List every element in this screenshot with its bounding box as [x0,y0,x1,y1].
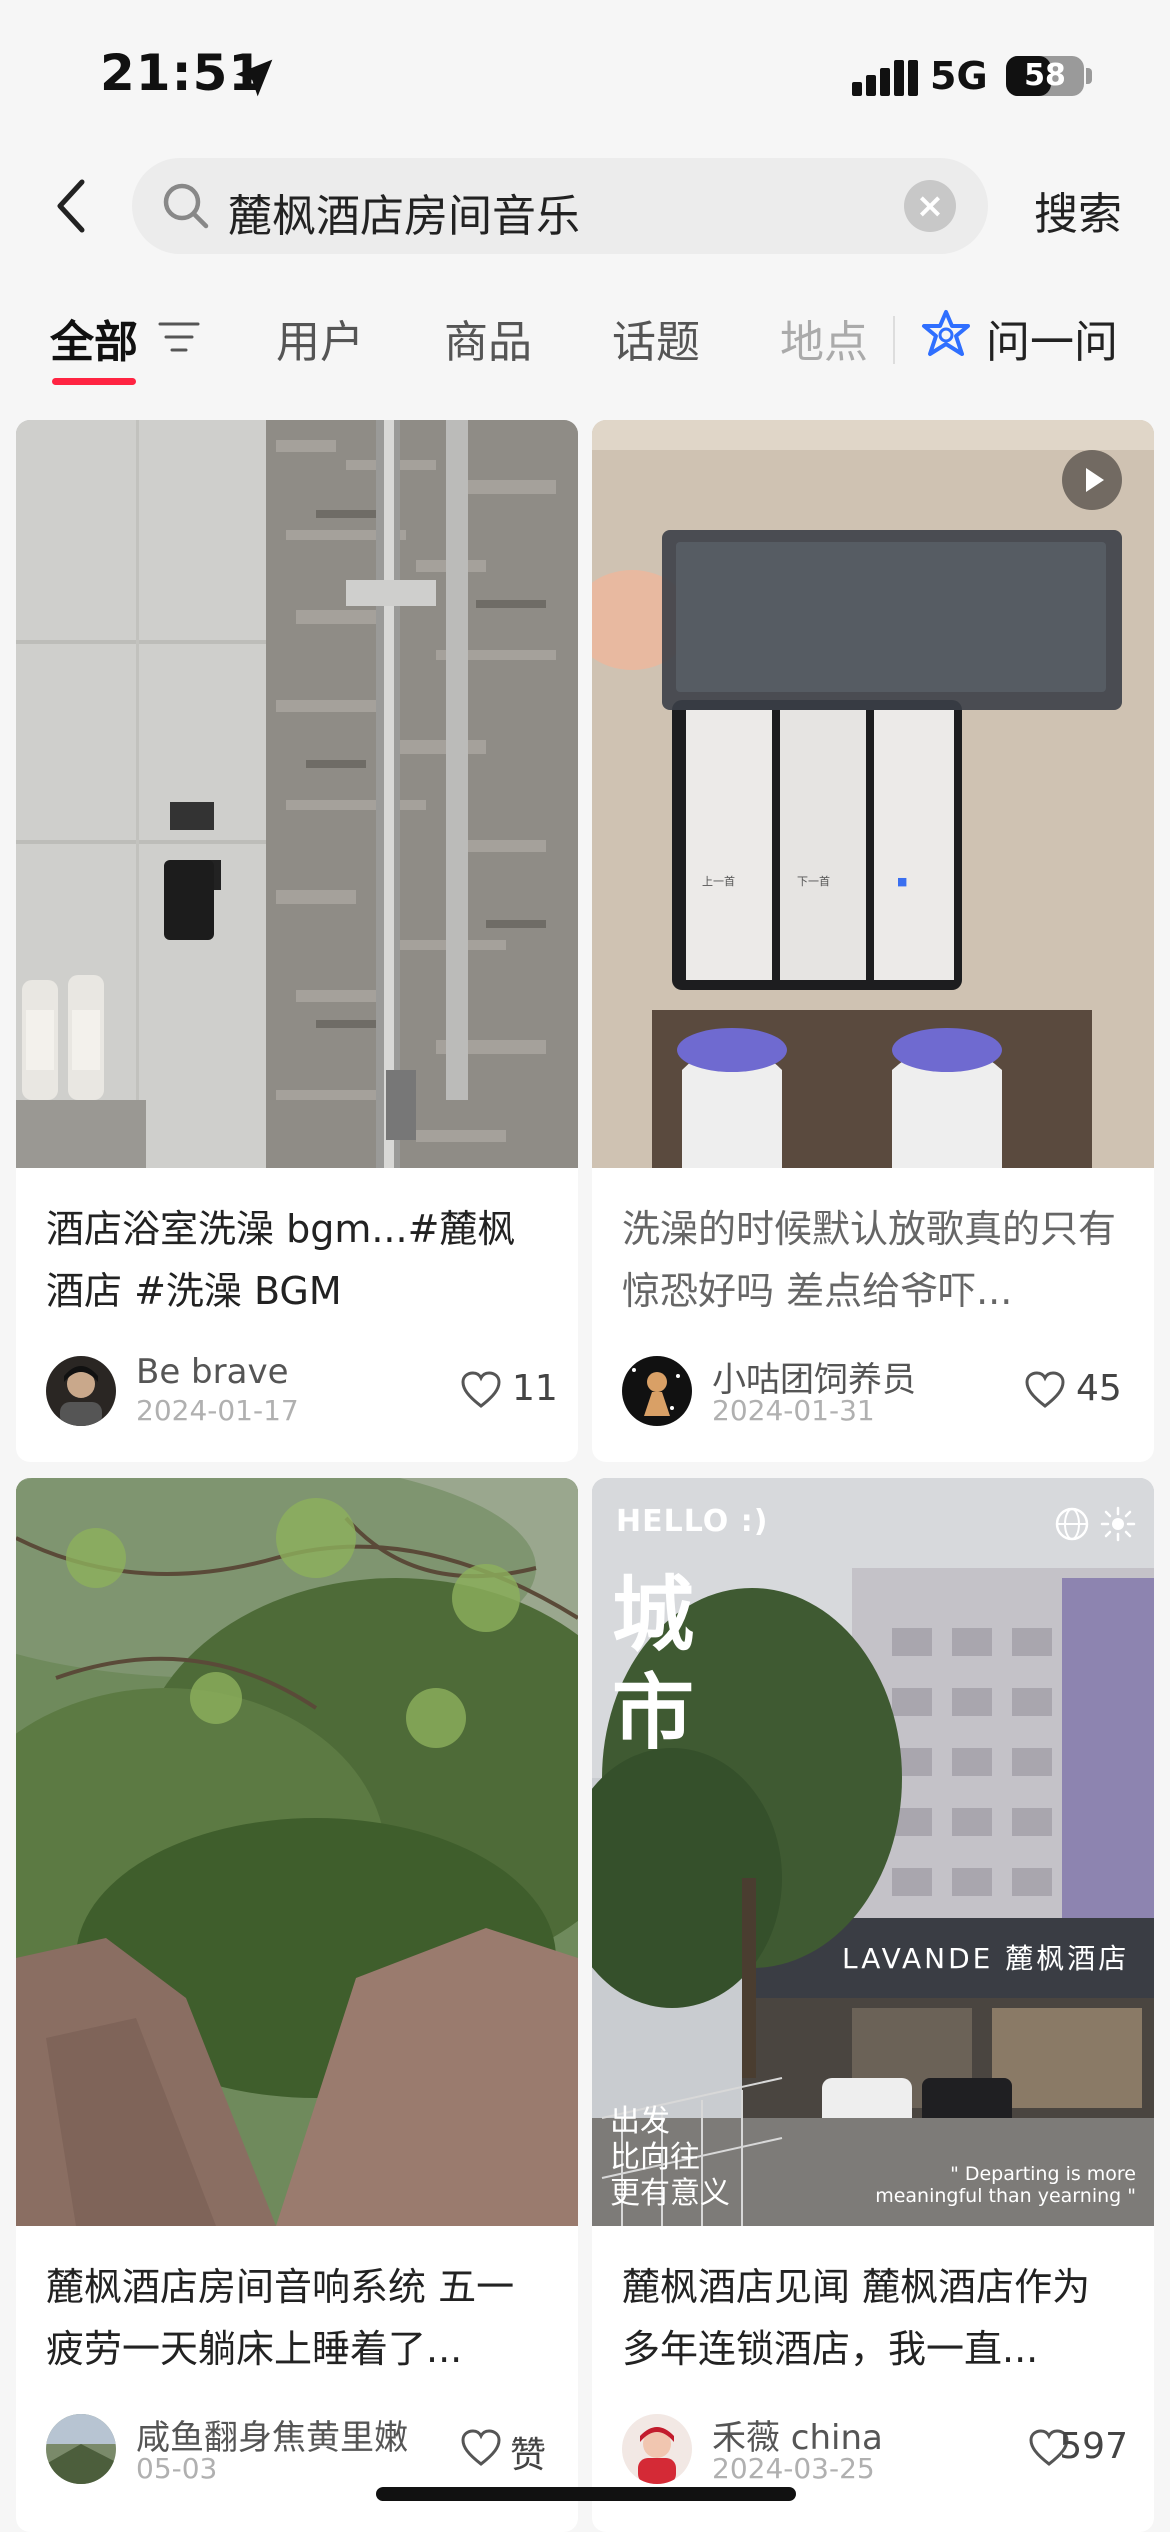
post-date: 2024-03-25 [712,2452,875,2485]
like-count: 赞 [510,2435,547,2476]
svg-text:下一首: 下一首 [797,874,830,888]
avatar[interactable] [622,1356,692,1426]
post-date: 2024-01-31 [712,1394,875,1427]
overlay-big-text: 市 [612,1666,695,1761]
filter-icon[interactable] [158,320,200,356]
globe-icon [1055,1507,1089,1541]
tab-topics[interactable]: 话题 [612,306,700,370]
tab-ask[interactable]: 问一问 [986,306,1118,370]
tab-divider [893,316,895,364]
post-date: 2024-01-17 [136,1394,299,1427]
overlay-small-text: 出发 [610,2104,670,2139]
ask-star-icon[interactable] [918,308,974,364]
heart-icon[interactable] [460,2428,502,2468]
video-play-icon[interactable] [1062,450,1122,510]
music-panel-photo: 上一首 下一首 ■ [592,420,1154,1168]
note-card[interactable]: LAVANDE 麓枫酒店 HELLO :) 城 市 出发 比向往 更有意义 " … [592,1478,1154,2532]
note-title[interactable]: 麓枫酒店房间音响系统 五一疲劳一天躺床上睡着了... [46,2256,552,2380]
signal-icon [852,60,918,96]
overlay-quote: meaningful than yearning " [875,2185,1136,2207]
note-title[interactable]: 麓枫酒店见闻 麓枫酒店作为多年连锁酒店，我一直... [622,2256,1128,2380]
tab-places[interactable]: 地点 [780,306,868,370]
avatar[interactable] [46,2414,116,2484]
overlay-hello: HELLO :) [616,1504,769,1539]
author-name[interactable]: Be brave [136,1352,289,1392]
overlay-quote: " Departing is more [950,2163,1136,2185]
battery-icon: 58 [1006,56,1084,96]
note-title[interactable]: 酒店浴室洗澡 bgm...#麓枫酒店 #洗澡 BGM [46,1198,552,1322]
sun-icon [1100,1506,1136,1542]
note-card[interactable]: 上一首 下一首 ■ 洗澡的时候默认放歌真的只有惊恐好吗 差点给爷吓... 小咕团… [592,420,1154,1462]
svg-text:上一首: 上一首 [702,874,735,888]
tab-bar: 全部 用户 商品 话题 地点 问一问 [0,290,1170,390]
svg-text:■: ■ [897,875,907,888]
active-tab-indicator [52,378,136,385]
heart-icon[interactable] [1024,1370,1066,1410]
search-query[interactable]: 麓枫酒店房间音乐 [228,180,580,244]
avatar[interactable] [622,2414,692,2484]
tab-users[interactable]: 用户 [276,306,364,370]
note-title[interactable]: 洗澡的时候默认放歌真的只有惊恐好吗 差点给爷吓... [622,1198,1128,1322]
battery-level: 58 [1024,58,1066,93]
overlay-small-text: 更有意义 [610,2176,730,2211]
search-icon [163,183,209,229]
network-type: 5G [930,54,988,98]
note-card[interactable]: 酒店浴室洗澡 bgm...#麓枫酒店 #洗澡 BGM Be brave 2024… [16,420,578,1462]
shower-photo [16,420,578,1168]
status-bar: 21:51 5G 58 [0,0,1170,150]
like-count: 11 [512,1368,558,1409]
note-card[interactable]: 麓枫酒店房间音响系统 五一疲劳一天躺床上睡着了... 咸鱼翻身焦黄里嫩 05-0… [16,1478,578,2532]
like-count: 597 [1059,2426,1128,2467]
tab-products[interactable]: 商品 [444,306,532,370]
home-indicator[interactable] [376,2487,796,2501]
clear-icon[interactable]: × [904,180,956,232]
battery-cap [1086,68,1092,84]
location-arrow-icon [235,59,273,97]
avatar[interactable] [46,1356,116,1426]
search-button[interactable]: 搜索 [1034,178,1122,242]
like-count: 45 [1076,1368,1122,1409]
post-date: 05-03 [136,2452,218,2485]
back-arrow-icon[interactable] [52,176,92,236]
heart-icon[interactable] [460,1370,502,1410]
overlay-small-text: 比向往 [610,2140,700,2175]
mountain-photo [16,1478,578,2226]
svg-text:LAVANDE 麓枫酒店: LAVANDE 麓枫酒店 [842,1942,1129,1975]
search-input[interactable]: 麓枫酒店房间音乐 × [132,158,988,254]
tab-all[interactable]: 全部 [50,306,138,370]
